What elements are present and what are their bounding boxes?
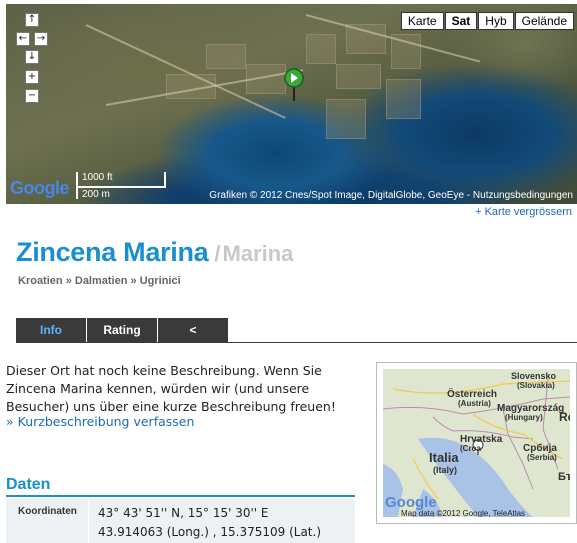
minimap-label-hungary-sub: (Hungary): [505, 413, 543, 422]
map-type-switcher: Karte Sat Hyb Gelände: [400, 12, 574, 30]
breadcrumb-item-ugrinici[interactable]: Ugrinici: [140, 275, 181, 287]
breadcrumb-item-dalmatien[interactable]: Dalmatien: [75, 275, 128, 287]
map-field: [306, 34, 336, 64]
write-description-link[interactable]: » Kurzbeschreibung verfassen: [6, 414, 194, 429]
data-heading: Daten: [6, 476, 51, 493]
page-title: Zincena Marina/Marina: [16, 237, 293, 268]
pan-left-button[interactable]: ←: [16, 32, 30, 46]
minimap-label-slovakia-sub: (Slovakia): [517, 381, 555, 390]
breadcrumb-separator: »: [65, 275, 72, 287]
minimap-label-serbia-sub: (Serbia): [527, 453, 557, 462]
location-pin-icon[interactable]: [283, 68, 305, 102]
pan-up-button[interactable]: ↑: [25, 13, 39, 27]
breadcrumb-item-kroatien[interactable]: Kroatien: [18, 275, 63, 287]
minimap-label-slovakia: Slovensko: [511, 371, 557, 381]
minimap-label-austria-sub: (Austria): [458, 399, 491, 408]
map-type-gelaende-button[interactable]: Gelände: [514, 12, 574, 30]
scale-imperial-label: 1000 ft: [82, 172, 113, 183]
tab-bar: Info Rating <: [16, 318, 229, 342]
map-field: [386, 79, 421, 119]
google-logo-text: Google: [10, 178, 70, 198]
map-type-sat-button[interactable]: Sat: [444, 12, 478, 30]
overview-minimap[interactable]: Österreich (Austria) Magyarország (Hunga…: [376, 362, 577, 524]
breadcrumb: Kroatien » Dalmatien » Ugrinici: [18, 275, 181, 287]
coordinates-decimal: 43.914063 (Long.) , 15.375109 (Lat.): [98, 525, 321, 539]
map-field: [336, 64, 381, 89]
coordinates-label: Koordinaten: [18, 506, 77, 517]
map-field: [326, 99, 366, 139]
minimap-label-italy: Italia: [429, 450, 459, 465]
map-type-hyb-button[interactable]: Hyb: [478, 12, 514, 30]
zoom-out-button[interactable]: −: [25, 89, 39, 103]
tab-info[interactable]: Info: [16, 318, 86, 342]
page-title-name: Zincena Marina: [16, 237, 209, 267]
map-type-karte-button[interactable]: Karte: [400, 12, 444, 30]
table-row: Koordinaten 43° 43' 51'' N, 15° 15' 30''…: [6, 499, 355, 543]
google-logo[interactable]: Google: [10, 178, 70, 199]
map-copyright[interactable]: Grafiken © 2012 Cnes/Spot Image, Digital…: [209, 190, 573, 201]
minimap-label-bg: Бъ: [558, 471, 570, 483]
minimap-attribution: Map data ©2012 Google, TeleAtlas: [401, 509, 525, 517]
tab-divider: [16, 342, 577, 343]
scale-metric-label: 200 m: [82, 189, 110, 200]
enlarge-map-link[interactable]: + Karte vergrössern: [475, 206, 572, 218]
tab-rating[interactable]: Rating: [87, 318, 157, 342]
zoom-in-button[interactable]: +: [25, 70, 39, 84]
map-scale: 1000 ft 200 m: [76, 172, 166, 200]
pan-right-button[interactable]: →: [34, 32, 48, 46]
map-field: [206, 44, 246, 69]
tab-back[interactable]: <: [158, 318, 228, 342]
data-heading-underline: [6, 495, 355, 497]
overview-map-graphic: Österreich (Austria) Magyarország (Hunga…: [383, 369, 570, 517]
pan-down-button[interactable]: ↓: [25, 50, 39, 64]
data-row-divider: [88, 499, 89, 543]
satellite-map[interactable]: ↑ ← → ↓ + − Karte Sat Hyb Gelände Google…: [6, 4, 577, 204]
coordinates-dms: 43° 43' 51'' N, 15° 15' 30'' E: [98, 506, 269, 520]
description-text: Dieser Ort hat noch keine Beschreibung. …: [6, 363, 336, 414]
minimap-label-croatia-sub: (Croa: [460, 444, 481, 453]
title-separator: /: [214, 241, 221, 266]
page-title-category: Marina: [222, 241, 294, 266]
minimap-label-italy-sub: (Italy): [433, 465, 457, 475]
breadcrumb-separator: »: [130, 275, 137, 287]
minimap-label-ro: Ro: [559, 410, 570, 424]
